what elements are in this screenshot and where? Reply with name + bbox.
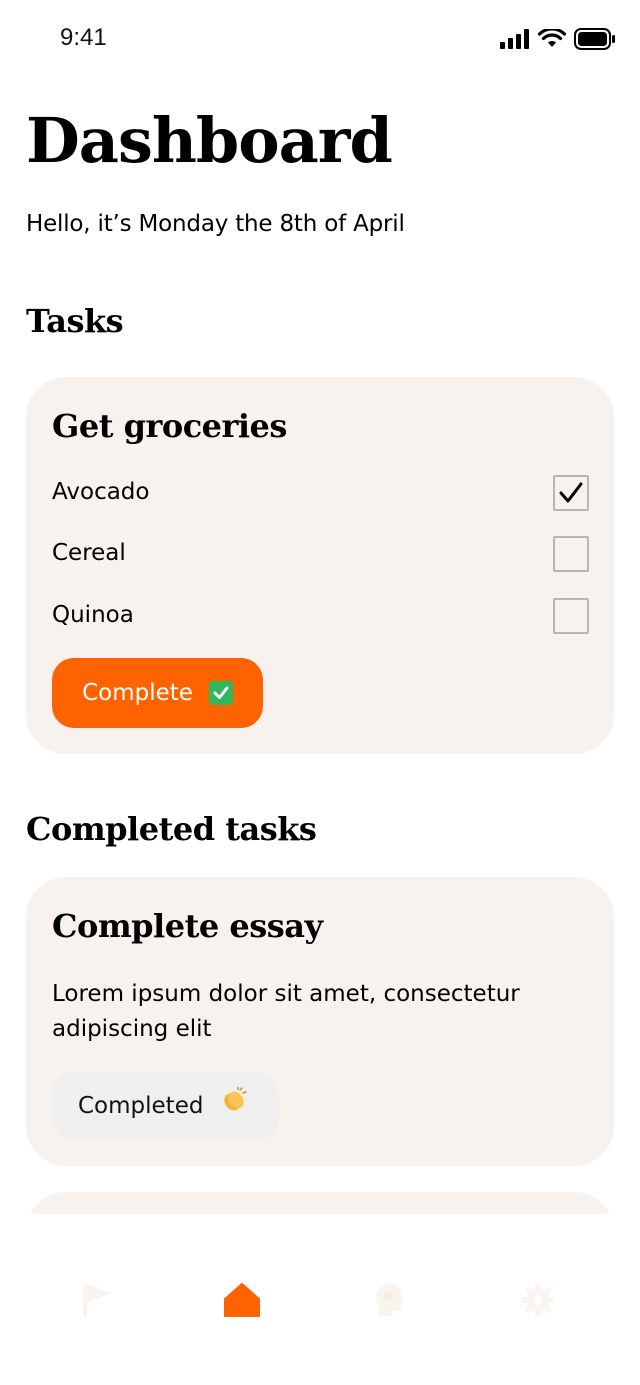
complete-button-label: Complete bbox=[82, 680, 193, 706]
check-icon bbox=[559, 482, 583, 503]
cellular-signal-icon bbox=[500, 29, 529, 49]
completed-badge[interactable]: Completed bbox=[52, 1072, 279, 1140]
task-item: Quinoa bbox=[52, 598, 589, 638]
clapping-hands-emoji-icon bbox=[224, 1087, 248, 1111]
gear-icon bbox=[522, 1284, 554, 1316]
flag-icon bbox=[83, 1283, 111, 1317]
completed-task-title: Complete essay bbox=[52, 907, 323, 945]
task-card-title: Get groceries bbox=[52, 407, 287, 445]
completed-badge-label: Completed bbox=[78, 1093, 204, 1119]
wifi-icon bbox=[538, 29, 566, 47]
bottom-nav bbox=[0, 1214, 640, 1385]
greeting-text: Hello, it’s Monday the 8th of April bbox=[26, 211, 405, 237]
home-icon bbox=[224, 1283, 260, 1317]
brain-head-icon bbox=[376, 1284, 404, 1316]
tasks-heading: Tasks bbox=[26, 302, 124, 340]
nav-item-settings[interactable] bbox=[518, 1280, 558, 1320]
task-item-label: Cereal bbox=[52, 540, 126, 566]
check-mark-button-emoji-icon bbox=[208, 681, 233, 705]
task-item-label: Quinoa bbox=[52, 602, 134, 628]
task-checkbox[interactable] bbox=[553, 536, 589, 572]
nav-item-flag[interactable] bbox=[76, 1280, 116, 1320]
status-time: 9:41 bbox=[60, 24, 107, 51]
completed-task-card: Complete essay Lorem ipsum dolor sit ame… bbox=[26, 877, 614, 1166]
task-item: Cereal bbox=[52, 536, 589, 576]
task-card: Get groceries Avocado Cereal Quinoa Comp… bbox=[26, 377, 614, 754]
battery-icon bbox=[574, 28, 615, 50]
completed-tasks-heading: Completed tasks bbox=[26, 810, 317, 848]
task-checkbox[interactable] bbox=[553, 598, 589, 634]
task-item-label: Avocado bbox=[52, 479, 150, 505]
page-title: Dashboard bbox=[26, 104, 393, 177]
complete-button[interactable]: Complete bbox=[52, 658, 263, 728]
nav-item-home[interactable] bbox=[222, 1280, 262, 1320]
status-bar: 9:41 bbox=[0, 0, 640, 80]
task-item: Avocado bbox=[52, 475, 589, 515]
status-icons bbox=[500, 28, 616, 50]
completed-task-description: Lorem ipsum dolor sit amet, consectetur … bbox=[52, 981, 520, 1042]
task-checkbox-checked[interactable] bbox=[553, 475, 589, 511]
nav-item-mind[interactable] bbox=[370, 1280, 410, 1320]
